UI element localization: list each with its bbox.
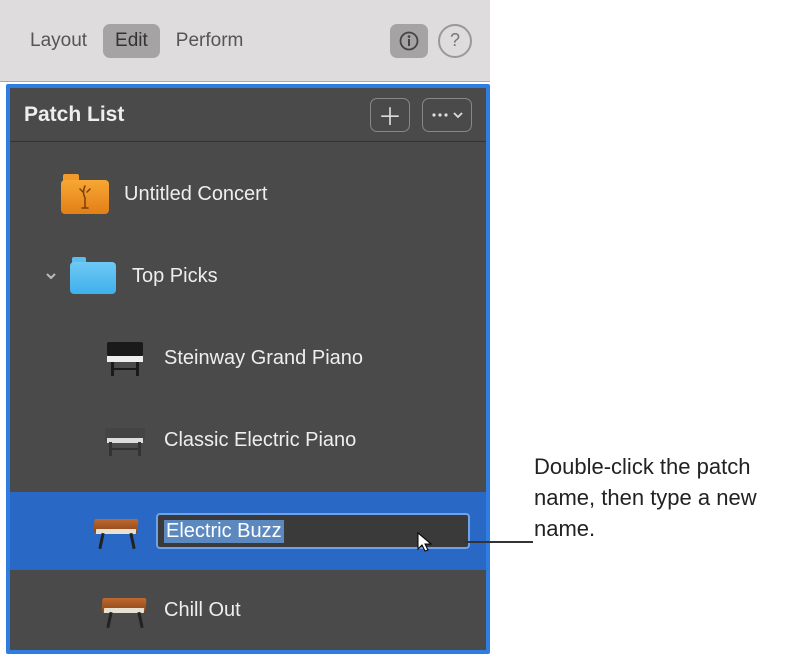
group-row[interactable]: Top Picks [10,246,486,306]
callout-leader-line [465,541,533,543]
panel-title: Patch List [24,103,124,127]
group-folder-icon [66,249,120,303]
patch-row[interactable]: Steinway Grand Piano [10,328,486,388]
cursor-icon [416,531,434,559]
question-icon: ? [450,30,460,51]
concert-folder-icon [58,167,112,221]
synth-icon [90,504,144,558]
patch-row[interactable]: Classic Electric Piano [10,410,486,470]
info-icon [399,31,419,51]
patch-label: Classic Electric Piano [164,429,356,452]
chevron-down-icon [44,269,58,283]
plus-icon: ＋ [378,97,402,132]
mode-segmented-control: Layout Edit Perform [18,24,255,58]
ellipsis-icon [430,109,450,121]
concert-label: Untitled Concert [124,183,267,206]
patch-row-selected[interactable]: Electric Buzz [10,492,486,570]
group-label: Top Picks [132,265,218,288]
patch-tree: Untitled Concert Top Picks Steinway Gran… [10,142,486,640]
add-patch-button[interactable]: ＋ [370,98,410,132]
edit-text-selection: Electric Buzz [164,520,284,543]
patch-label: Chill Out [164,599,241,622]
callout-text: Double-click the patch name, then type a… [534,452,784,544]
patch-label: Steinway Grand Piano [164,347,363,370]
panel-header: Patch List ＋ [10,88,486,142]
disclosure-triangle[interactable] [42,269,60,283]
patch-row[interactable]: Chill Out [10,580,486,640]
top-toolbar: Layout Edit Perform ? [0,0,490,82]
patch-list-panel: Patch List ＋ Untitled Concert [6,84,490,654]
chevron-down-icon [452,109,464,121]
concert-row[interactable]: Untitled Concert [10,164,486,224]
patch-name-edit-field[interactable]: Electric Buzz [156,513,470,549]
help-button[interactable]: ? [438,24,472,58]
more-actions-button[interactable] [422,98,472,132]
electric-piano-icon [98,413,152,467]
info-button[interactable] [390,24,428,58]
grand-piano-icon [98,331,152,385]
tab-layout[interactable]: Layout [18,24,99,58]
tab-perform[interactable]: Perform [164,24,256,58]
tab-edit[interactable]: Edit [103,24,160,58]
synth-icon [98,583,152,637]
